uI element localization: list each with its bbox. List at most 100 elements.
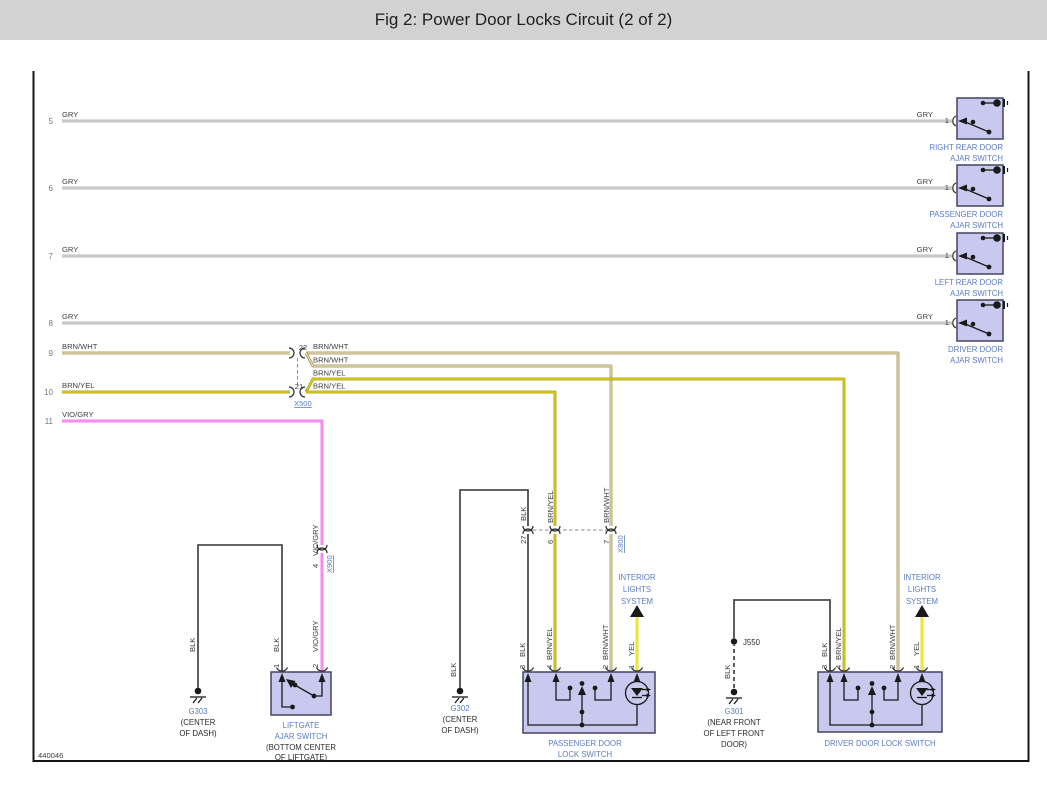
svg-text:BRN/WHT: BRN/WHT (601, 624, 610, 660)
svg-text:OF DASH): OF DASH) (441, 726, 479, 735)
svg-text:10: 10 (44, 388, 53, 397)
svg-text:BLK: BLK (518, 643, 527, 657)
svg-text:GRY: GRY (62, 245, 78, 254)
figure-title-bar: Fig 2: Power Door Locks Circuit (2 of 2) (0, 0, 1047, 40)
svg-text:5: 5 (49, 117, 54, 126)
wire-viogry-row-11 (62, 419, 324, 672)
svg-text:7: 7 (49, 252, 54, 261)
svg-text:BRN/WHT: BRN/WHT (602, 487, 611, 523)
svg-text:GRY: GRY (62, 312, 78, 321)
svg-text:2: 2 (311, 664, 320, 668)
x800-pin-27: 27 (519, 536, 528, 544)
wire-blk-g301: J550 BLK (723, 599, 831, 688)
svg-text:(BOTTOM CENTER: (BOTTOM CENTER (266, 743, 336, 752)
connector-x800: 27 6 7 BLK BRN/YEL BRN/WHT X800 (519, 487, 625, 553)
wire-blk-g302 (459, 489, 529, 688)
svg-text:BLK: BLK (519, 507, 528, 521)
connector-x500-link[interactable]: X500 (294, 399, 312, 408)
connector-x900-link[interactable]: X900 (325, 555, 334, 573)
svg-text:OF LIFTGATE): OF LIFTGATE) (275, 753, 328, 762)
x900-pin-4: 4 (311, 564, 320, 568)
svg-text:INTERIOR: INTERIOR (618, 573, 656, 582)
ajar-switch-left-rear: GRY 1 LEFT REAR DOOR AJAR SWITCH (917, 232, 1009, 298)
svg-text:GRY: GRY (917, 245, 933, 254)
svg-text:6: 6 (49, 184, 54, 193)
wire-blk-g303 (197, 544, 283, 688)
svg-text:BRN/WHT: BRN/WHT (888, 624, 897, 660)
svg-text:AJAR SWITCH: AJAR SWITCH (275, 732, 328, 741)
svg-text:8: 8 (49, 319, 54, 328)
svg-text:GRY: GRY (917, 177, 933, 186)
svg-text:AJAR SWITCH: AJAR SWITCH (950, 289, 1003, 298)
svg-text:LEFT REAR DOOR: LEFT REAR DOOR (935, 278, 1004, 287)
svg-text:BRN/YEL: BRN/YEL (313, 382, 346, 391)
svg-text:LOCK SWITCH: LOCK SWITCH (558, 750, 612, 759)
svg-text:LIGHTS: LIGHTS (623, 585, 651, 594)
up-arrow-icon (630, 605, 644, 617)
figure-title: Fig 2: Power Door Locks Circuit (2 of 2) (374, 10, 673, 29)
svg-text:BLK: BLK (820, 643, 829, 657)
row-labels: 5 GRY 6 GRY 7 GRY 8 GRY 9 BRN/WHT 10 BRN… (44, 110, 98, 426)
svg-text:G301: G301 (724, 707, 743, 716)
svg-text:LIFTGATE: LIFTGATE (283, 721, 320, 730)
wiring-diagram-canvas: 440046 5 GRY 6 GRY 7 GRY 8 GRY 9 BRN/WHT… (32, 71, 1030, 762)
svg-text:YEL: YEL (627, 642, 636, 656)
svg-text:VIO/GRY: VIO/GRY (311, 620, 320, 652)
wire-brnyel-row-10 (62, 377, 846, 672)
ajar-switch-driver: GRY 1 DRIVER DOOR AJAR SWITCH (917, 299, 1009, 365)
svg-text:11: 11 (45, 417, 54, 426)
x500-pin-22: 22 (299, 343, 307, 352)
svg-text:(CENTER: (CENTER (443, 715, 478, 724)
svg-text:BLK: BLK (272, 638, 281, 652)
svg-text:AJAR SWITCH: AJAR SWITCH (950, 356, 1003, 365)
svg-text:BLK: BLK (449, 663, 458, 677)
svg-text:AJAR SWITCH: AJAR SWITCH (950, 221, 1003, 230)
svg-text:1: 1 (945, 318, 949, 327)
svg-text:BRN/WHT: BRN/WHT (313, 342, 349, 351)
svg-text:BRN/YEL: BRN/YEL (545, 628, 554, 661)
wire-brnwht-row-9 (62, 351, 900, 672)
svg-text:GRY: GRY (62, 110, 78, 119)
svg-text:BRN/WHT: BRN/WHT (62, 342, 98, 351)
svg-text:GRY: GRY (917, 312, 933, 321)
svg-text:1: 1 (945, 251, 949, 260)
interior-lights-driver: INTERIOR LIGHTS SYSTEM YEL (903, 573, 941, 672)
liftgate-ajar-switch: BLK VIO/GRY 1 2 LIFTGATE AJAR SWITCH (BO… (266, 620, 336, 762)
connector-x800-link[interactable]: X800 (616, 535, 625, 553)
svg-text:BRN/WHT: BRN/WHT (313, 356, 349, 365)
up-arrow-icon (915, 605, 929, 617)
svg-text:1: 1 (945, 183, 949, 192)
svg-text:OF LEFT FRONT: OF LEFT FRONT (704, 729, 765, 738)
svg-text:VIO/GRY: VIO/GRY (62, 410, 94, 419)
svg-text:BRN/YEL: BRN/YEL (834, 628, 843, 661)
diagram-frame (32, 71, 1030, 762)
svg-text:BRN/YEL: BRN/YEL (62, 381, 95, 390)
svg-text:YEL: YEL (912, 642, 921, 656)
svg-text:G303: G303 (188, 707, 207, 716)
interior-lights-passenger: INTERIOR LIGHTS SYSTEM YEL (618, 573, 656, 672)
ajar-switch-right-rear: GRY 1 RIGHT REAR DOOR AJAR SWITCH (917, 97, 1009, 163)
driver-door-lock-switch: BLK BRN/YEL BRN/WHT 3 4 2 1 DRIVER DOOR … (817, 624, 943, 748)
svg-text:PASSENGER DOOR: PASSENGER DOOR (929, 210, 1003, 219)
svg-text:1: 1 (945, 116, 949, 125)
x800-pin-6: 6 (546, 540, 555, 544)
svg-text:PASSENGER DOOR: PASSENGER DOOR (548, 739, 622, 748)
figure-id: 440046 (38, 751, 63, 760)
svg-text:SYSTEM: SYSTEM (906, 597, 938, 606)
svg-text:OF DASH): OF DASH) (179, 729, 217, 738)
svg-text:RIGHT REAR DOOR: RIGHT REAR DOOR (930, 143, 1004, 152)
svg-text:G302: G302 (450, 704, 469, 713)
svg-text:BRN/YEL: BRN/YEL (546, 491, 555, 524)
svg-text:GRY: GRY (917, 110, 933, 119)
junction-j550-label: J550 (743, 638, 761, 647)
svg-text:(CENTER: (CENTER (181, 718, 216, 727)
x500-pin-21: 21 (295, 382, 303, 391)
svg-text:GRY: GRY (62, 177, 78, 186)
ground-g301: G301 (NEAR FRONT OF LEFT FRONT DOOR) (704, 688, 765, 749)
x800-pin-7: 7 (602, 540, 611, 544)
svg-text:(NEAR FRONT: (NEAR FRONT (707, 718, 761, 727)
ajar-switch-passenger: GRY 1 PASSENGER DOOR AJAR SWITCH (917, 164, 1009, 230)
svg-text:1: 1 (272, 664, 281, 668)
svg-text:DRIVER DOOR: DRIVER DOOR (948, 345, 1003, 354)
svg-text:BLK: BLK (188, 638, 197, 652)
